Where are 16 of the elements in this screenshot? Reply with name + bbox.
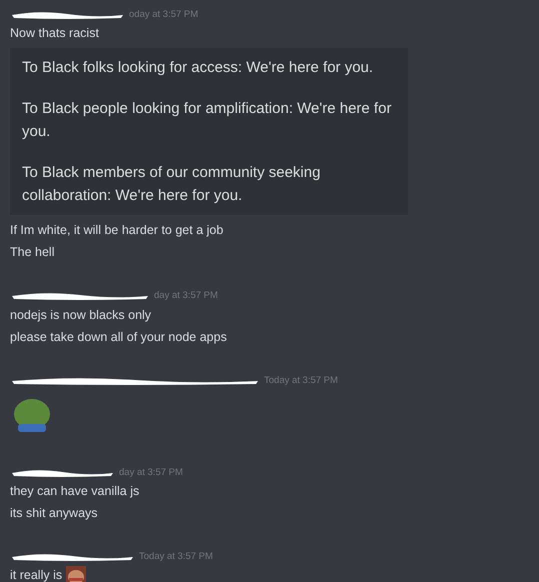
message-text: it really is xyxy=(10,567,62,582)
message-text: please take down all of your node apps xyxy=(10,328,227,346)
quote-text: To Black people looking for amplification: We're here for you. xyxy=(22,99,392,142)
timestamp: day at 3:57 PM xyxy=(119,466,183,480)
quote-text: To Black folks looking for access: We're here for you. xyxy=(22,58,374,78)
timestamp: Today at 3:57 PM xyxy=(264,374,338,388)
timestamp: Today at 3:57 PM xyxy=(139,550,213,564)
message-text: they can have vanilla js xyxy=(10,483,140,500)
message-text: Now thats racist xyxy=(10,25,99,42)
message-text: The hell xyxy=(10,244,54,262)
timestamp: oday at 3:57 PM xyxy=(129,8,198,22)
timestamp: day at 3:57 PM xyxy=(154,289,218,304)
message-text: If Im white, it will be harder to get a job xyxy=(10,222,224,240)
message-text: nodejs is now blacks only xyxy=(10,306,152,324)
quote-text: To Black members of our community seeking collaboration: We're here for you. xyxy=(22,163,322,206)
message-text: its shit anyways xyxy=(10,505,98,522)
